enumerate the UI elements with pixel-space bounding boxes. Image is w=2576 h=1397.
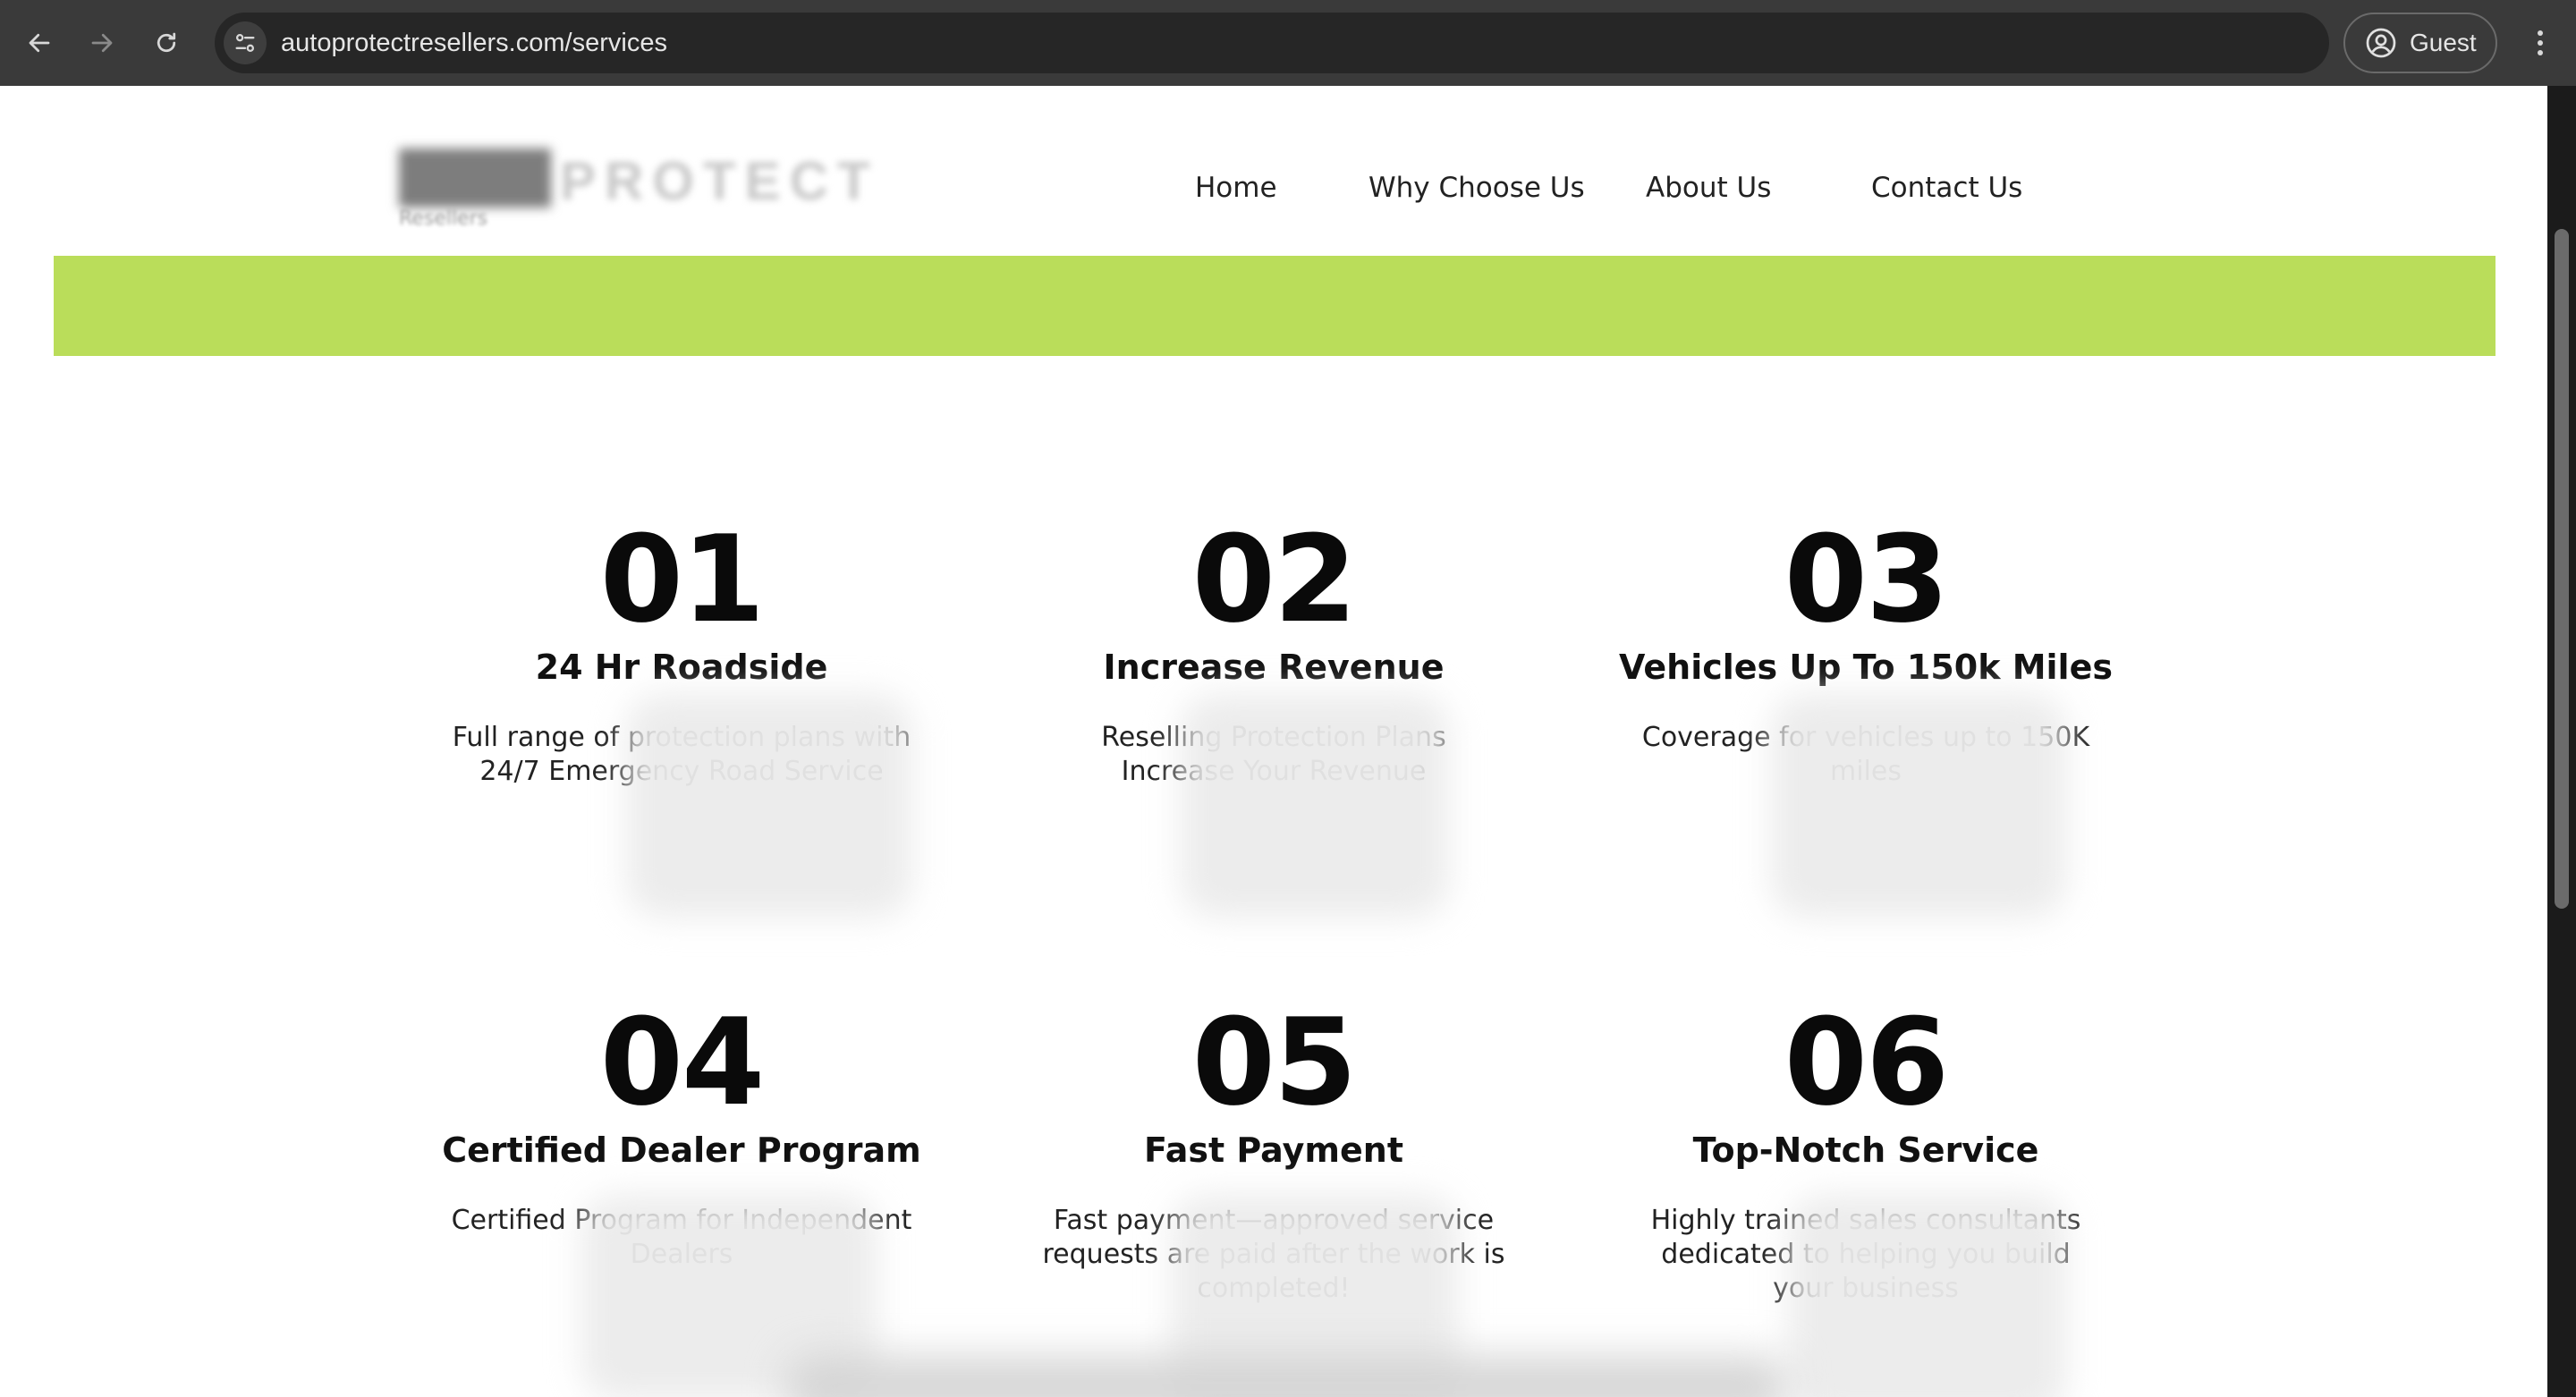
service-description: Highly trained sales consultants dedicat…: [1650, 1205, 2081, 1304]
reload-button[interactable]: [141, 18, 191, 68]
service-number: 06: [1784, 993, 1949, 1132]
nav-about-us[interactable]: About Us: [1646, 172, 1771, 204]
url-text[interactable]: autoprotectresellers.com/services: [281, 13, 667, 73]
service-description: Full range of protection plans with 24/7…: [452, 722, 911, 787]
service-card: 02 Increase Revenue Reselling Protection…: [996, 517, 1551, 789]
service-description: Fast payment—approved service requests a…: [1042, 1205, 1505, 1304]
profile-label: Guest: [2410, 29, 2477, 56]
service-title: Certified Dealer Program: [442, 1130, 921, 1170]
address-bar[interactable]: autoprotectresellers.com/services: [215, 13, 2329, 73]
forward-arrow-icon: [91, 33, 113, 53]
browser-toolbar: autoprotectresellers.com/services Guest: [0, 0, 2576, 86]
more-vert-icon: [2538, 30, 2543, 55]
service-description: Certified Program for Independent Dealer…: [451, 1205, 912, 1270]
green-banner: [54, 256, 2496, 356]
service-number: 04: [599, 993, 765, 1132]
service-card: 06 Top-Notch Service Highly trained sale…: [1589, 1000, 2143, 1306]
back-arrow-icon: [29, 33, 50, 53]
service-title: Increase Revenue: [1103, 648, 1445, 687]
service-number: 03: [1784, 510, 1949, 649]
service-number: 05: [1191, 993, 1357, 1132]
nav-why-choose-us[interactable]: Why Choose Us: [1368, 172, 1585, 204]
back-button[interactable]: [14, 18, 64, 68]
site-info-button[interactable]: [224, 21, 267, 64]
logo-mark: [399, 148, 551, 207]
tune-icon: [235, 33, 255, 53]
page-scrollbar[interactable]: [2547, 86, 2576, 1397]
profile-button[interactable]: Guest: [2343, 13, 2497, 73]
forward-button[interactable]: [77, 18, 127, 68]
nav-contact-us[interactable]: Contact Us: [1871, 172, 2022, 204]
service-description: Reselling Protection Plans Increase Your…: [1101, 722, 1446, 787]
service-title: Top-Notch Service: [1692, 1130, 2039, 1170]
scrollbar-thumb[interactable]: [2555, 229, 2569, 909]
service-title: Vehicles Up To 150k Miles: [1619, 648, 2113, 687]
service-title: Fast Payment: [1143, 1130, 1404, 1170]
service-card: 01 24 Hr Roadside Full range of protecti…: [404, 517, 959, 789]
logo-tagline: Resellers: [399, 207, 488, 230]
browser-menu-button[interactable]: [2515, 18, 2565, 68]
nav-home[interactable]: Home: [1195, 172, 1277, 204]
service-number: 01: [599, 510, 765, 649]
service-number: 02: [1191, 510, 1357, 649]
service-title: 24 Hr Roadside: [535, 648, 828, 687]
service-card: 04 Certified Dealer Program Certified Pr…: [404, 1000, 959, 1272]
page-viewport: PROTECT Resellers Home Why Choose Us Abo…: [0, 86, 2547, 1397]
service-description: Coverage for vehicles up to 150K miles: [1641, 722, 2090, 787]
reload-icon: [157, 32, 176, 53]
service-card: 05 Fast Payment Fast payment—approved se…: [996, 1000, 1551, 1306]
site-logo[interactable]: PROTECT Resellers: [394, 118, 894, 234]
account-icon: [2366, 28, 2396, 58]
service-card: 03 Vehicles Up To 150k Miles Coverage fo…: [1589, 517, 2143, 789]
logo-wordmark: PROTECT: [560, 151, 879, 211]
blur-overlay: [787, 1356, 1789, 1397]
